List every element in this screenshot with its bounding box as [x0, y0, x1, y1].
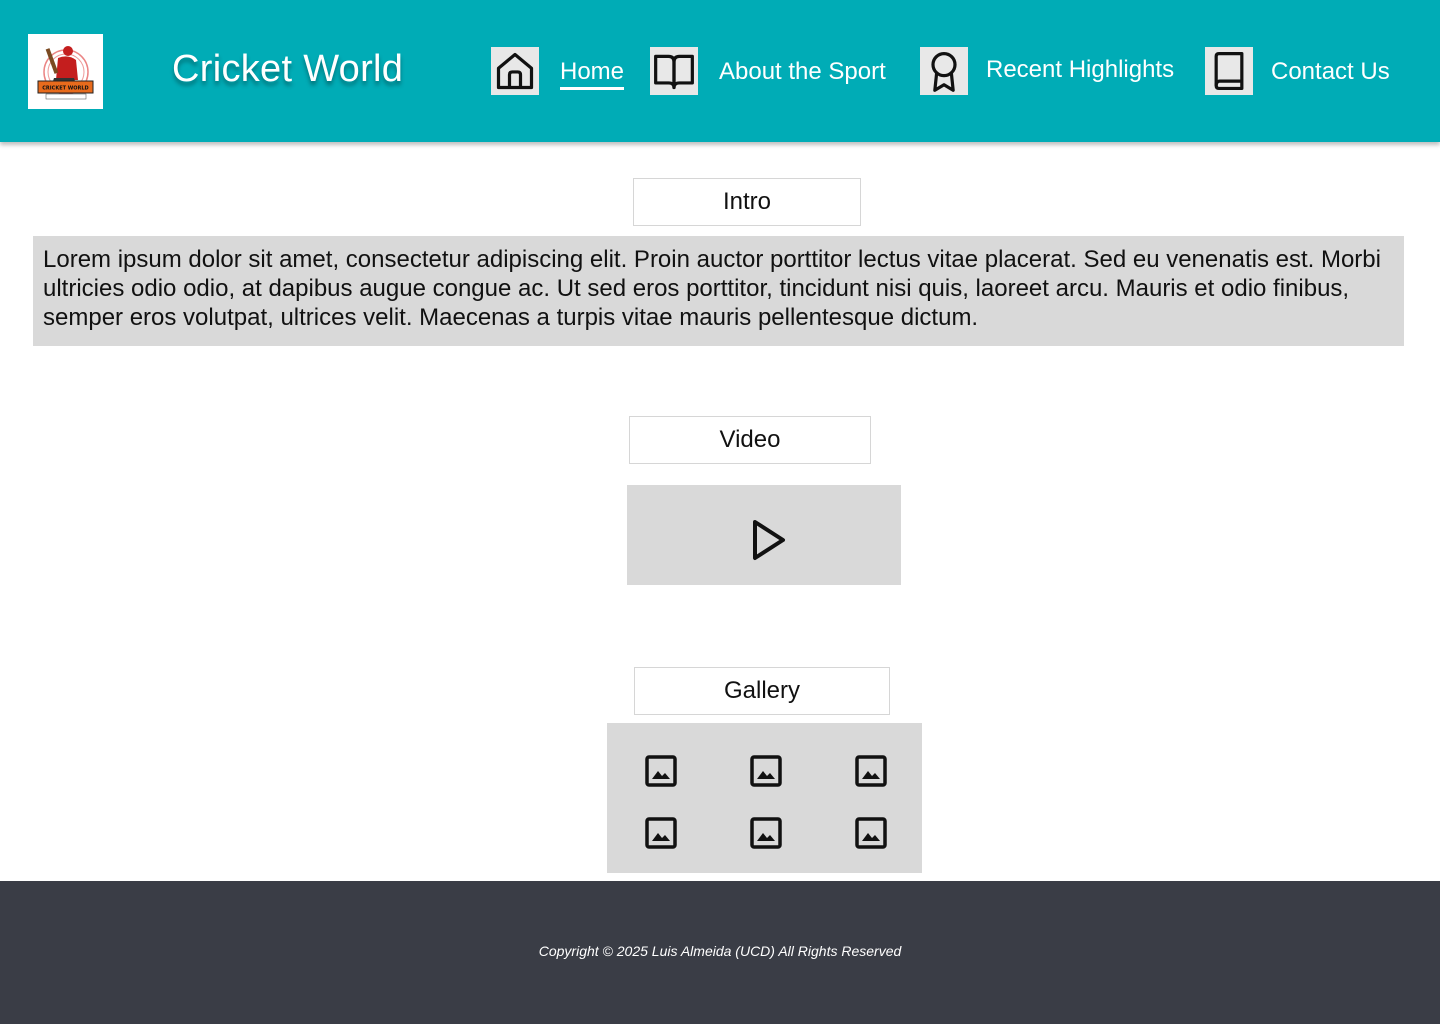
- gallery-grid: [607, 723, 922, 873]
- image-icon[interactable]: [854, 816, 888, 850]
- image-icon[interactable]: [749, 754, 783, 788]
- award-ribbon-icon[interactable]: [920, 47, 968, 95]
- nav-link-contact[interactable]: Contact Us: [1271, 58, 1390, 86]
- site-header: CRICKET WORLD Cricket World Home About t…: [0, 0, 1440, 142]
- nav-link-home[interactable]: Home: [560, 58, 625, 90]
- book-icon[interactable]: [1205, 47, 1253, 95]
- intro-paragraph: Lorem ipsum dolor sit amet, consectetur …: [33, 236, 1404, 346]
- cricket-world-logo[interactable]: CRICKET WORLD: [28, 34, 103, 109]
- play-icon[interactable]: [749, 517, 789, 563]
- nav-link-about[interactable]: About the Sport: [719, 58, 886, 86]
- home-icon[interactable]: [491, 47, 539, 95]
- gallery-heading: Gallery: [634, 667, 890, 715]
- image-icon[interactable]: [644, 754, 678, 788]
- image-icon[interactable]: [644, 816, 678, 850]
- intro-heading: Intro: [633, 178, 861, 226]
- svg-text:CRICKET WORLD: CRICKET WORLD: [42, 86, 88, 92]
- site-footer: Copyright © 2025 Luis Almeida (UCD) All …: [0, 881, 1440, 1024]
- open-book-icon[interactable]: [650, 47, 698, 95]
- video-heading: Video: [629, 416, 871, 464]
- nav-link-highlights[interactable]: Recent Highlights: [986, 56, 1174, 84]
- video-player[interactable]: [627, 485, 901, 585]
- site-title: Cricket World: [172, 48, 404, 90]
- image-icon[interactable]: [854, 754, 888, 788]
- copyright-text: Copyright © 2025 Luis Almeida (UCD) All …: [538, 943, 902, 959]
- image-icon[interactable]: [749, 816, 783, 850]
